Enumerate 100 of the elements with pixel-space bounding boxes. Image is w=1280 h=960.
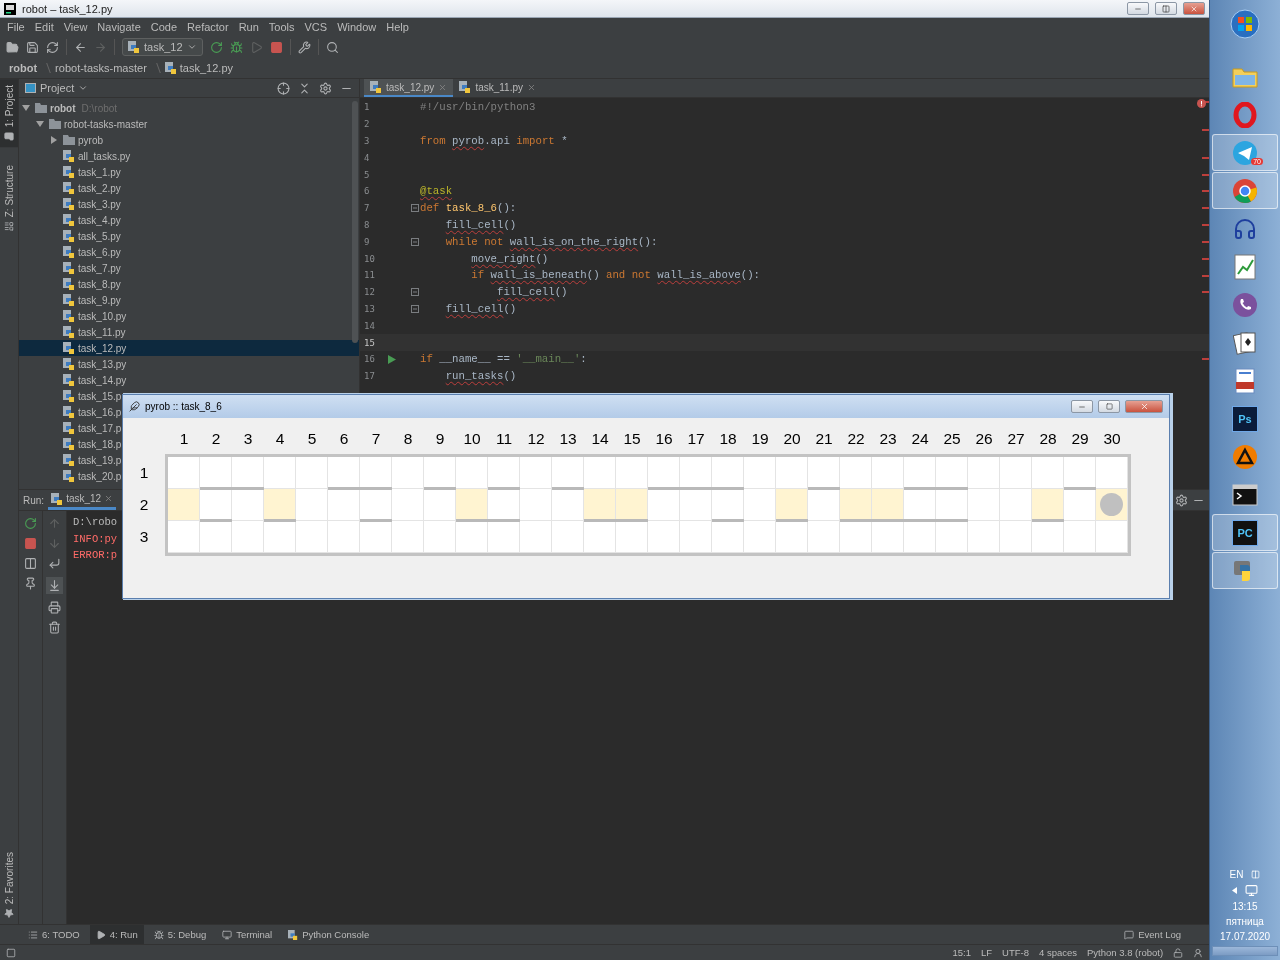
soft-wrap-icon[interactable] (48, 557, 61, 570)
status-item[interactable]: UTF-8 (1002, 947, 1029, 958)
editor-tab[interactable]: task_11.py (453, 79, 542, 97)
network-icon[interactable] (1245, 884, 1258, 897)
menu-item[interactable]: Navigate (92, 21, 146, 33)
tool-window-button[interactable]: Python Console (282, 925, 376, 944)
status-item[interactable]: 15:1 (952, 947, 971, 958)
tool-window-tab[interactable]: 1: Project (0, 79, 18, 148)
rerun-icon[interactable] (24, 517, 37, 530)
menu-item[interactable]: Refactor (182, 21, 234, 33)
tree-item[interactable]: task_20.p (19, 468, 126, 484)
tree-item[interactable]: task_10.py (19, 308, 131, 324)
tree-item[interactable]: task_18.p (19, 436, 126, 452)
status-item[interactable]: LF (980, 947, 993, 958)
tree-item[interactable]: robot-tasks-master (19, 116, 152, 132)
scrollbar[interactable] (352, 101, 358, 343)
minimize-button[interactable] (1071, 400, 1093, 413)
fold-icon[interactable] (411, 204, 419, 213)
scroll-to-end-icon[interactable] (48, 579, 61, 592)
run-configuration-dropdown[interactable]: task_12 (122, 38, 203, 56)
wrench-icon[interactable] (297, 40, 311, 54)
unlock-icon[interactable] (1173, 947, 1184, 958)
debug-icon[interactable] (229, 40, 243, 54)
tree-item[interactable]: task_11.py (19, 324, 130, 340)
collapse-icon[interactable] (298, 81, 311, 95)
tool-window-tab[interactable]: 2: Favorites (0, 845, 18, 924)
pin-icon[interactable] (24, 577, 37, 590)
settings-icon[interactable] (1175, 493, 1189, 507)
tree-item[interactable]: pyrob (19, 132, 107, 148)
inspector-icon[interactable] (1193, 947, 1204, 958)
close-button[interactable] (1125, 400, 1163, 413)
menu-item[interactable]: File (2, 21, 30, 33)
print-icon[interactable] (48, 601, 61, 614)
search-icon[interactable] (325, 40, 339, 54)
tree-item[interactable]: task_3.py (19, 196, 125, 212)
tool-window-tab[interactable]: Z: Structure (0, 159, 18, 238)
error-icon[interactable] (1197, 99, 1207, 108)
open-folder-icon[interactable] (6, 40, 19, 54)
fold-icon[interactable] (411, 288, 419, 297)
breadcrumb[interactable]: robot-tasks-master (55, 62, 147, 74)
tree-item[interactable]: task_19.p (19, 452, 126, 468)
close-button[interactable] (1183, 2, 1206, 15)
tree-item[interactable]: task_13.py (19, 356, 131, 372)
tool-window-button[interactable]: Terminal (216, 925, 279, 944)
tray-arrow-icon[interactable] (1232, 887, 1237, 894)
tool-window-button[interactable]: 4: Run (89, 925, 144, 944)
tree-item[interactable]: task_9.py (19, 292, 125, 308)
tree-item[interactable]: task_2.py (19, 180, 125, 196)
settings-icon[interactable] (319, 81, 332, 95)
tool-window-button[interactable]: 5: Debug (147, 925, 213, 944)
trash-icon[interactable] (48, 621, 61, 634)
tree-item[interactable]: task_7.py (19, 260, 125, 276)
tree-item[interactable]: task_16.p (19, 404, 126, 420)
tree-item[interactable]: task_17.p (19, 420, 126, 436)
tree-item[interactable]: task_15.p (19, 388, 126, 404)
restore-button[interactable] (1155, 2, 1178, 15)
tree-item[interactable]: task_12.py (19, 340, 359, 356)
run-tab[interactable]: task_12 (48, 490, 117, 510)
tree-item[interactable]: task_8.py (19, 276, 125, 292)
language-indicator[interactable]: EN (1229, 869, 1244, 880)
tree-item[interactable]: task_6.py (19, 244, 125, 260)
tree-item[interactable]: task_1.py (19, 164, 125, 180)
collapsed-arrow-icon[interactable] (50, 136, 58, 144)
expanded-arrow-icon[interactable] (36, 120, 44, 128)
tool-window-button[interactable]: 6: TODO (22, 925, 86, 944)
fold-icon[interactable] (411, 237, 419, 246)
run-icon[interactable] (388, 354, 396, 364)
status-item[interactable]: 4 spaces (1038, 947, 1077, 958)
event-log-button[interactable]: Event Log (1118, 925, 1188, 944)
close-icon[interactable] (438, 82, 448, 92)
menu-item[interactable]: Run (233, 21, 264, 33)
stop-icon[interactable] (269, 40, 283, 54)
tree-item[interactable]: all_tasks.py (19, 148, 135, 164)
layout-icon[interactable] (24, 557, 37, 570)
breadcrumb[interactable]: task_12.py (164, 62, 233, 74)
rerun-icon[interactable] (209, 40, 223, 54)
menu-item[interactable]: Edit (29, 21, 59, 33)
menu-item[interactable]: Window (332, 21, 382, 33)
back-icon[interactable] (74, 40, 87, 54)
editor-tab[interactable]: task_12.py (364, 79, 454, 97)
menu-item[interactable]: Code (145, 21, 183, 33)
breadcrumb[interactable]: robot (9, 62, 38, 74)
expanded-arrow-icon[interactable] (22, 104, 30, 112)
menu-item[interactable]: VCS (299, 21, 333, 33)
close-icon[interactable] (527, 82, 536, 92)
stop-icon[interactable] (24, 537, 37, 550)
tree-item[interactable]: task_4.py (19, 212, 125, 228)
tree-item[interactable]: task_14.py (19, 372, 131, 388)
taskbar-button[interactable]: PC (1212, 514, 1278, 551)
save-icon[interactable] (26, 40, 39, 54)
project-view-dropdown[interactable]: Project (25, 82, 89, 94)
fold-icon[interactable] (411, 304, 419, 313)
taskbar-button[interactable]: Ps (1212, 400, 1278, 437)
menu-item[interactable]: View (58, 21, 93, 33)
status-item[interactable]: Python 3.8 (robot) (1087, 947, 1164, 958)
window-icon[interactable] (1251, 870, 1261, 879)
panel-toggle-icon[interactable] (6, 947, 16, 958)
maximize-button[interactable] (1098, 400, 1120, 413)
sync-icon[interactable] (46, 40, 59, 54)
close-icon[interactable] (104, 494, 114, 503)
